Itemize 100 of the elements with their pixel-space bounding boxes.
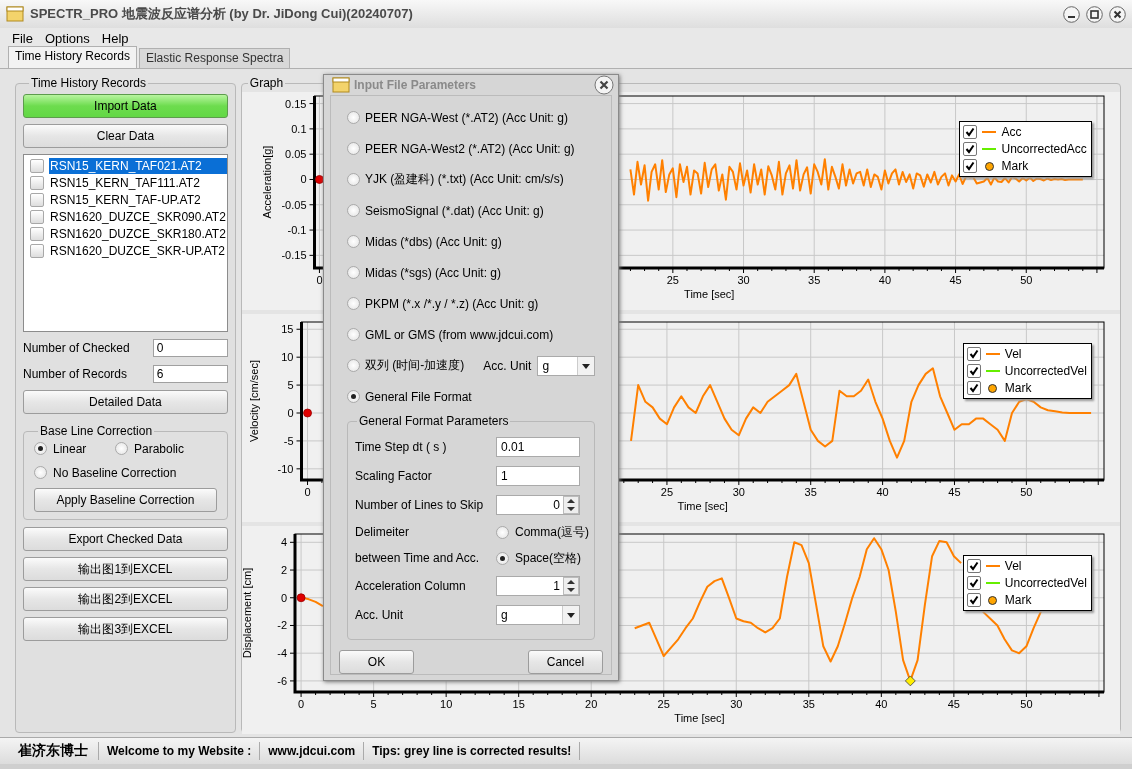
x-tick-label: 25	[660, 486, 673, 498]
y-tick-label: -2	[277, 619, 287, 632]
radio-button[interactable]	[347, 297, 360, 310]
checkbox[interactable]	[30, 243, 44, 258]
legend-label: Mark	[1004, 381, 1032, 395]
checkbox[interactable]	[30, 209, 44, 224]
radio-button[interactable]	[496, 525, 509, 539]
x-tick-label: 15	[512, 698, 525, 710]
list-item[interactable]: RSN1620_DUZCE_SKR180.AT2	[49, 225, 227, 242]
input-field[interactable]: 0.01	[496, 436, 580, 457]
radio-button[interactable]	[347, 390, 360, 403]
field-label: Number of Lines to Skip	[355, 497, 484, 512]
minimize-icon[interactable]	[1063, 5, 1080, 23]
radio-button[interactable]	[34, 442, 47, 455]
radio-label: SeismoSignal (*.dat) (Acc Unit: g)	[365, 203, 544, 218]
panel-title: Time History Records	[30, 76, 147, 90]
radio-button[interactable]	[347, 204, 360, 217]
y-axis-title: Displacement [cm]	[241, 567, 253, 659]
checkbox[interactable]	[30, 192, 44, 207]
radio-button[interactable]	[347, 266, 360, 279]
detailed-data-button[interactable]: Detailed Data	[23, 390, 228, 414]
checkbox[interactable]	[966, 576, 981, 590]
x-tick-label: 30	[737, 274, 750, 286]
export-button[interactable]: 输出图3到EXCEL	[23, 617, 228, 641]
unit-dropdown[interactable]: g	[496, 604, 580, 625]
x-tick-label: 40	[875, 698, 888, 710]
checkbox[interactable]	[30, 158, 44, 173]
x-tick-label: 30	[730, 698, 743, 710]
radio-button[interactable]	[347, 142, 360, 155]
radio-button[interactable]	[347, 111, 360, 124]
input-field[interactable]: 0	[152, 339, 228, 357]
legend-label: Vel	[1004, 559, 1022, 573]
input-field[interactable]: 6	[152, 365, 228, 383]
radio-button[interactable]	[347, 328, 360, 341]
x-tick-label: 45	[947, 698, 960, 710]
spin-field[interactable]: 1	[496, 575, 580, 596]
status-text: Welcome to my Website :	[99, 742, 261, 760]
list-item[interactable]: RSN15_KERN_TAF111.AT2	[49, 174, 227, 191]
checkbox[interactable]	[30, 226, 44, 241]
checkbox[interactable]	[966, 559, 981, 573]
close-icon[interactable]	[594, 75, 614, 95]
radio-button[interactable]	[347, 359, 360, 372]
group-title: General Format Parameters	[358, 414, 510, 428]
dialog-title: Input File Parameters	[354, 78, 478, 92]
x-tick-label: 0	[316, 274, 323, 286]
maximize-icon[interactable]	[1086, 5, 1103, 23]
export-button[interactable]: 输出图1到EXCEL	[23, 557, 228, 581]
menu-item[interactable]: File	[6, 30, 39, 46]
checkbox[interactable]	[966, 364, 981, 378]
list-item[interactable]: RSN1620_DUZCE_SKR090.AT2	[49, 208, 227, 225]
checkbox[interactable]	[963, 125, 978, 139]
x-tick-label: 50	[1020, 274, 1033, 286]
radio-button[interactable]	[347, 235, 360, 248]
apply-button[interactable]: Apply Baseline Correction	[34, 488, 217, 512]
y-tick-label: 0.1	[291, 122, 307, 135]
x-tick-label: 20	[584, 698, 598, 710]
radio-button[interactable]	[347, 173, 360, 186]
tab[interactable]: Elastic Response Spectra	[138, 48, 291, 68]
status-text: www.jdcui.com	[260, 742, 365, 760]
checkbox[interactable]	[966, 593, 981, 607]
menu-item[interactable]: Options	[38, 30, 96, 46]
y-tick-label: 10	[281, 351, 294, 364]
radio-button[interactable]	[115, 442, 128, 455]
x-axis-title: Time [sec]	[677, 500, 728, 512]
legend-label: Vel	[1004, 347, 1022, 361]
cancel-button[interactable]: Cancel	[528, 650, 603, 674]
field-label: Number of Checked	[23, 341, 130, 355]
y-tick-label: -5	[283, 434, 294, 447]
close-icon[interactable]	[1109, 5, 1126, 23]
menu-item[interactable]: Help	[95, 30, 135, 46]
checkbox[interactable]	[963, 159, 978, 173]
checkbox[interactable]	[963, 142, 978, 156]
import-button[interactable]: Import Data	[23, 94, 228, 118]
checkbox[interactable]	[966, 381, 981, 395]
status-text: Tips: grey line is corrected results!	[364, 742, 581, 760]
list-item[interactable]: RSN15_KERN_TAF021.AT2	[49, 157, 227, 174]
tab[interactable]: Time History Records	[8, 46, 137, 68]
export-button[interactable]: 输出图2到EXCEL	[23, 587, 228, 611]
y-axis-title: Acceleration[g]	[260, 145, 273, 219]
clear-button[interactable]: Clear Data	[23, 124, 228, 148]
spin-field[interactable]: 0	[496, 494, 580, 515]
ok-button[interactable]: OK	[339, 650, 414, 674]
y-tick-label: 0	[287, 407, 294, 419]
list-item[interactable]: RSN15_KERN_TAF-UP.AT2	[49, 191, 227, 208]
list-item[interactable]: RSN1620_DUZCE_SKR-UP.AT2	[49, 242, 227, 259]
radio-button[interactable]	[496, 551, 509, 565]
checkbox[interactable]	[30, 175, 44, 190]
x-axis-title: Time [sec]	[674, 712, 725, 724]
x-tick-label: 30	[732, 486, 745, 498]
window-title: SPECTR_PRO 地震波反应谱分析 (by Dr. JiDong Cui)(20240707)	[30, 5, 414, 23]
radio-label: Midas (*sgs) (Acc Unit: g)	[365, 265, 502, 280]
y-tick-label: -4	[277, 647, 287, 660]
input-field[interactable]: 1	[496, 465, 580, 486]
unit-dropdown[interactable]: g	[537, 355, 595, 376]
checkbox[interactable]	[966, 347, 981, 361]
radio-button[interactable]	[34, 466, 47, 479]
legend-label: UncorrectedVel	[1004, 576, 1087, 590]
y-tick-label: 15	[281, 323, 294, 336]
export-button[interactable]: Export Checked Data	[23, 527, 228, 551]
spinner-arrows-icon	[563, 495, 579, 514]
